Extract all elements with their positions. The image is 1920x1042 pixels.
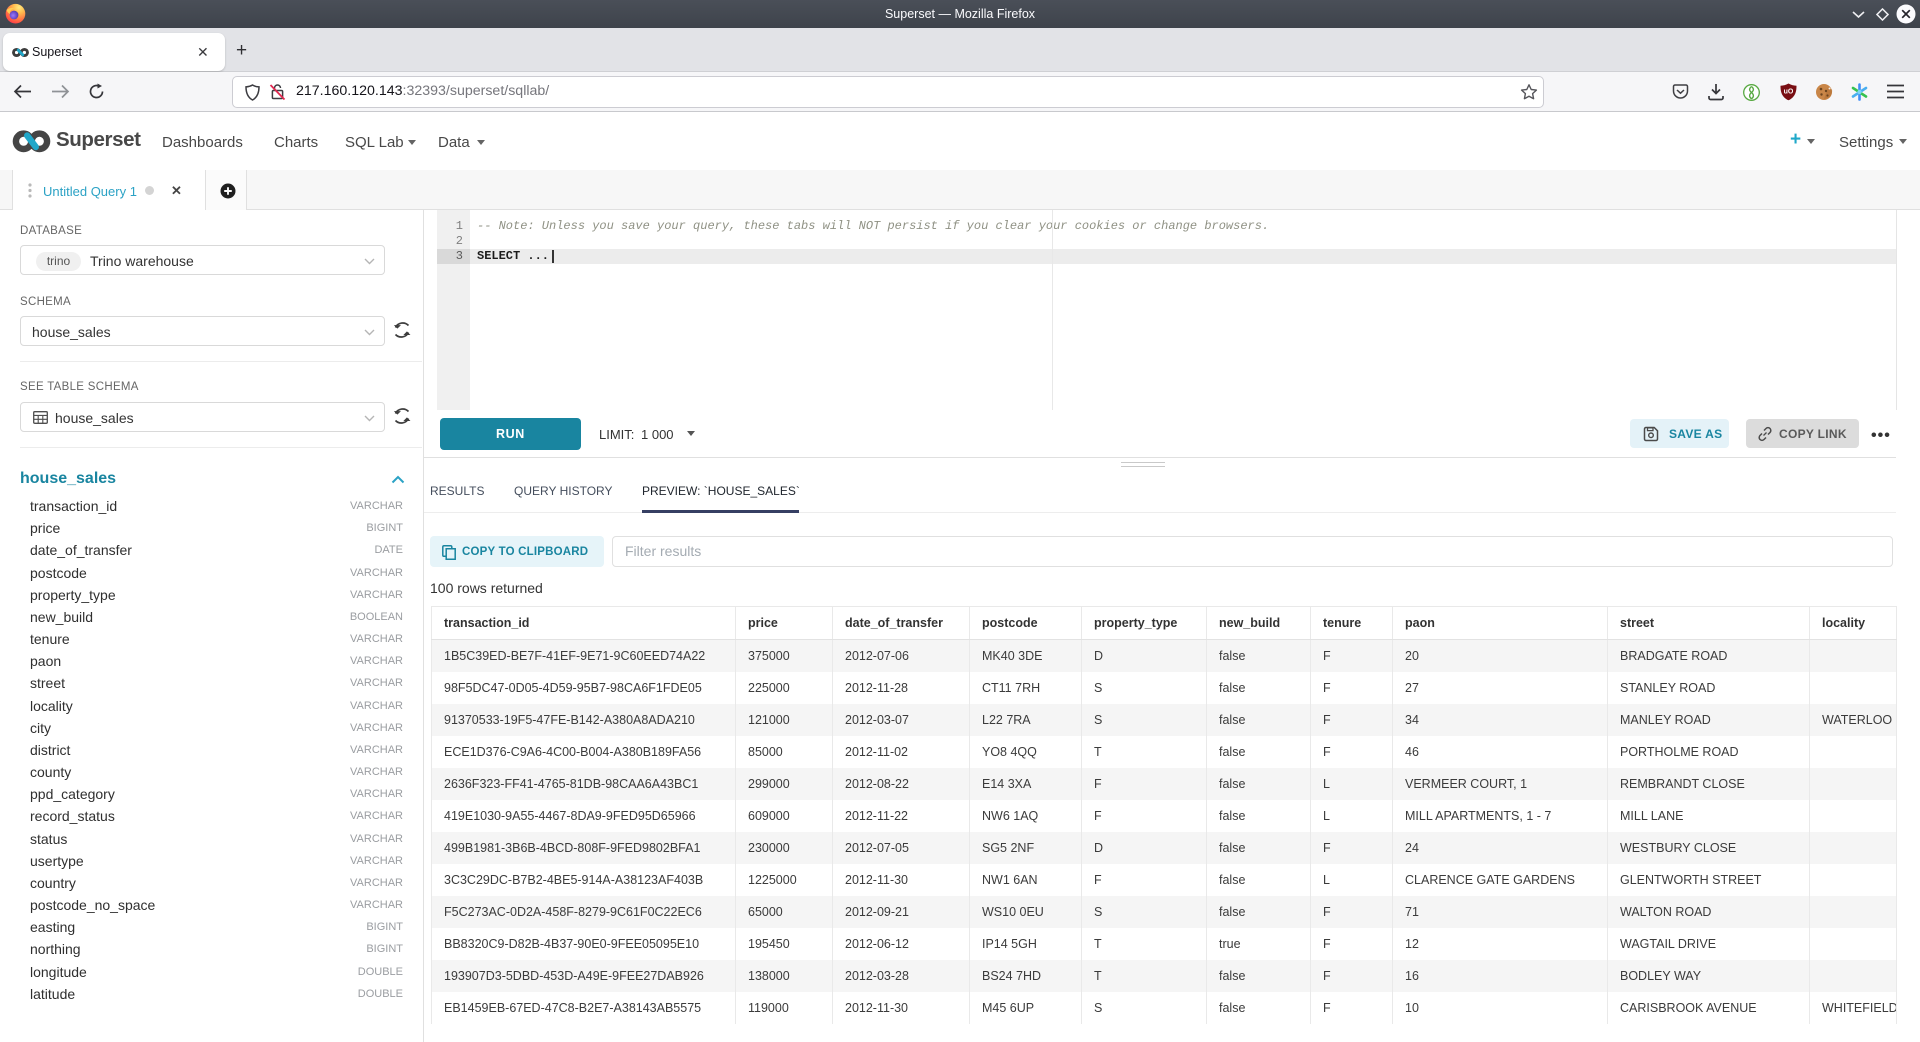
svg-text:uO: uO bbox=[1784, 89, 1794, 96]
